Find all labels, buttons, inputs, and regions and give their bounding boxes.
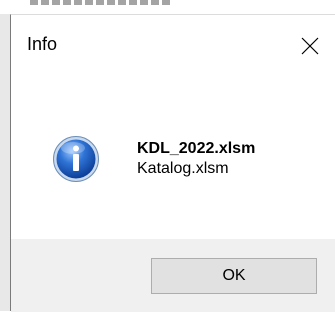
button-area: OK [11, 239, 335, 312]
title-bar: Info [11, 15, 335, 77]
message-line-2: Katalog.xlsm [137, 160, 229, 177]
message-line-1: KDL_2022.xlsm [137, 140, 256, 157]
message-text: KDL_2022.xlsm Katalog.xlsm [137, 139, 255, 179]
dialog-content: KDL_2022.xlsm Katalog.xlsm [11, 77, 335, 239]
ok-button[interactable]: OK [151, 258, 317, 294]
close-icon [301, 37, 319, 55]
background-text-fragment [30, 0, 170, 5]
dialog-title: Info [27, 34, 58, 54]
message-box: Info KDL_2022.xlsm Katalog.xlsm OK [10, 14, 335, 312]
close-button[interactable] [285, 15, 335, 77]
background-window-edge [0, 0, 10, 311]
background-window-fragment [0, 0, 335, 14]
info-icon [53, 136, 99, 182]
